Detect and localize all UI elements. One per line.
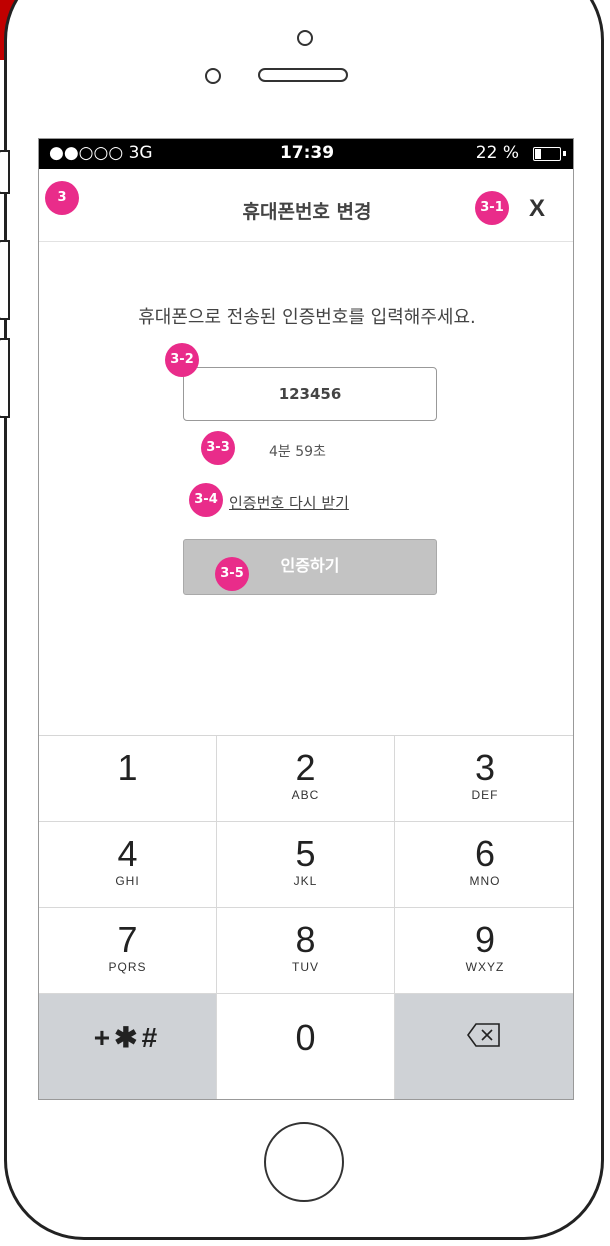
key-letters: DEF <box>471 788 499 802</box>
key-number: 6 <box>474 833 496 874</box>
key-9[interactable]: 9 WXYZ <box>395 908 573 994</box>
key-number: 1 <box>117 747 138 788</box>
battery-level <box>535 149 541 159</box>
key-number: 3 <box>474 747 496 788</box>
key-letters: GHI <box>115 874 140 888</box>
numeric-keypad: 1 2 ABC 3 DEF 4 GHI 5 JKL 6 MNO 7 PQRS 8 <box>39 735 573 1099</box>
key-letters: WXYZ <box>465 960 505 974</box>
key-symbols[interactable]: +✱# <box>39 994 217 1099</box>
annotation-badge-3-5: 3-5 <box>215 557 249 591</box>
annotation-badge-3: 3 <box>45 181 79 215</box>
close-icon[interactable]: X <box>529 195 545 223</box>
sensor-icon <box>205 68 221 84</box>
annotation-badge-3-1: 3-1 <box>475 191 509 225</box>
battery-tip <box>563 151 566 156</box>
verification-code-input[interactable]: 123456 <box>183 367 437 421</box>
annotation-badge-3-4: 3-4 <box>189 483 223 517</box>
side-button-mute <box>0 150 10 194</box>
speaker-grille <box>258 68 348 82</box>
status-bar: ●●○○○ 3G 17:39 22 % <box>39 139 573 169</box>
key-letters: JKL <box>293 874 318 888</box>
instruction-text: 휴대폰으로 전송된 인증번호를 입력해주세요. <box>138 307 476 328</box>
key-number: 8 <box>295 919 316 960</box>
backspace-icon <box>467 1023 500 1047</box>
camera-icon <box>297 30 313 46</box>
countdown-timer: 4분 59초 <box>269 444 326 460</box>
key-number: 5 <box>295 833 316 874</box>
home-button[interactable] <box>264 1122 344 1202</box>
annotation-badge-3-3: 3-3 <box>201 431 235 465</box>
annotation-badge-3-2: 3-2 <box>165 343 199 377</box>
battery-percent: 22 % <box>475 143 519 163</box>
key-1[interactable]: 1 <box>39 736 217 822</box>
key-letters: PQRS <box>108 960 147 974</box>
key-backspace[interactable] <box>395 994 573 1099</box>
key-number: 2 <box>295 747 316 788</box>
key-5[interactable]: 5 JKL <box>217 822 395 908</box>
phone-screen: ●●○○○ 3G 17:39 22 % 휴대폰번호 변경 X 3 3-1 휴대폰… <box>38 138 574 1100</box>
key-letters: MNO <box>469 874 501 888</box>
side-button-volume-down <box>0 338 10 418</box>
key-6[interactable]: 6 MNO <box>395 822 573 908</box>
key-2[interactable]: 2 ABC <box>217 736 395 822</box>
key-4[interactable]: 4 GHI <box>39 822 217 908</box>
key-number: 4 <box>117 833 138 874</box>
resend-code-link[interactable]: 인증번호 다시 받기 <box>229 492 349 513</box>
key-7[interactable]: 7 PQRS <box>39 908 217 994</box>
key-number: 0 <box>295 1017 316 1058</box>
key-letters: TUV <box>292 960 319 974</box>
key-3[interactable]: 3 DEF <box>395 736 573 822</box>
key-letters: ABC <box>291 788 320 802</box>
side-button-volume-up <box>0 240 10 320</box>
key-8[interactable]: 8 TUV <box>217 908 395 994</box>
key-symbols-label: +✱# <box>93 1022 162 1053</box>
key-number: 7 <box>117 919 138 960</box>
key-number: 9 <box>474 919 496 960</box>
key-0[interactable]: 0 <box>217 994 395 1099</box>
header-bar: 휴대폰번호 변경 X 3 3-1 <box>39 169 573 242</box>
battery-icon <box>533 147 561 161</box>
